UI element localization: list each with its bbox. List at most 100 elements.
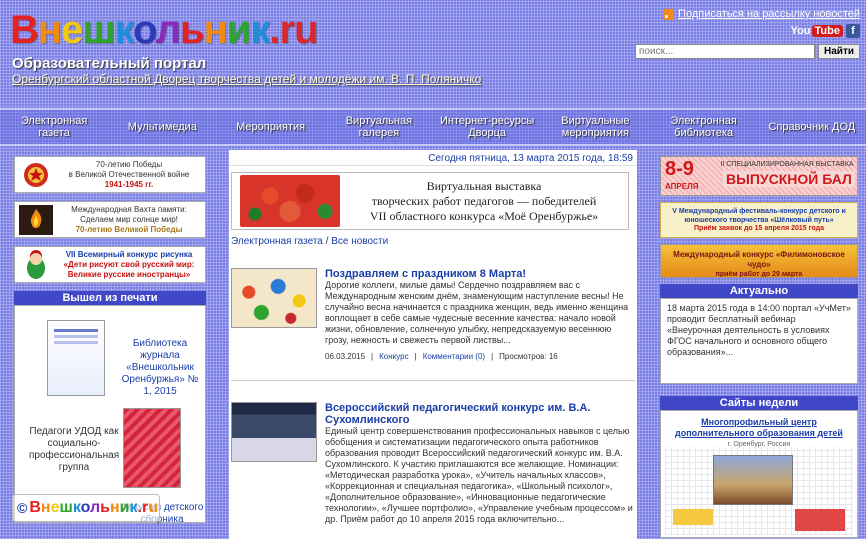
site-of-week-card[interactable]: Многопрофильный центр дополнительного об… [660,410,858,538]
footer-logo-letter: н [110,499,120,516]
print-item-magazine-link[interactable]: Библиотека журнала «Внешкольник Оренбурж… [119,338,201,398]
footer-logo-letter: о [80,499,90,516]
news-text: Дорогие коллеги, милые дамы! Сердечно по… [325,280,629,345]
banner-filimonovo[interactable]: Международный конкурс «Филимоновское чуд… [660,244,858,278]
banner-drawing-line3: Великие русские иностранцы» [67,269,191,279]
logo-letter: к [114,8,134,52]
news-image-contest[interactable] [231,402,317,462]
banner-memory-line2: Сделаем мир солнце мир! [80,214,178,224]
footer-logo-letter: н [40,499,51,516]
logo-letter: .ru [269,8,318,52]
footer-logo-letter: ь [100,499,110,516]
news-title-link[interactable]: Поздравляем с праздником 8 Марта! [325,268,526,280]
exhibition-line3: VII областного конкурса «Моё Оренбуржье» [369,208,599,223]
footer-logo-letter: и [119,499,130,516]
breadcrumb: Электронная газета / Все новости [231,236,635,247]
filimonovo-deadline: приём работ до 29 марта [715,271,803,278]
banner-drawing-contest[interactable]: VII Всемирный конкурс рисунка «Дети рису… [14,246,206,283]
facebook-icon[interactable]: f [846,24,860,38]
news-date: 06.03.2015 [325,352,366,361]
search-button[interactable]: Найти [818,44,860,59]
banner-memory-line3: 70-летию Великой Победы [75,224,183,234]
breadcrumb-separator: / [322,236,332,247]
site-of-week-preview [665,447,853,535]
breadcrumb-e-newspaper-link[interactable]: Электронная газета [231,236,323,247]
main-nav: Электронная газета Мультимедиа Мероприят… [0,108,866,146]
actual-block-title: Актуально [660,284,858,298]
filimonovo-text: Международный конкурс «Филимоновское чуд… [673,250,845,269]
nav-item-virtual-events[interactable]: Виртуальные мероприятия [541,110,649,144]
site-of-week-name: Многопрофильный центр дополнительного об… [675,417,843,438]
footer-logo-letter: В [29,499,41,516]
site-preview-photo [713,455,793,505]
nav-item-e-newspaper[interactable]: Электронная газета [0,110,108,144]
nav-item-virtual-gallery[interactable]: Виртуальная галерея [325,110,433,144]
rss-icon [663,8,675,20]
youtube-icon: You [790,25,811,37]
news-text: Единый центр совершенствования профессио… [325,426,633,524]
exhibition-line1: Виртуальная выставка [426,178,542,193]
footer-logo-letter: к [129,499,138,516]
actual-block: 18 марта 2015 года в 14:00 портал «УчМет… [660,298,858,384]
magazine-cover-image[interactable] [47,320,105,396]
logo-letter: н [203,8,228,52]
footer-logo-letter: ш [59,499,73,516]
news-image-march8[interactable] [231,268,317,328]
portal-title: Образовательный портал [12,55,207,72]
news-title-link[interactable]: Всероссийский педагогический конкурс им.… [325,402,590,426]
rss-label: Подписаться на рассылку новостей [678,8,860,20]
logo-letter: л [155,8,181,52]
main-content: Сегодня пятница, 13 марта 2015 года, 18:… [229,150,637,539]
portal-subtitle-link[interactable]: Оренбургский областной Дворец творчества… [12,72,481,86]
logo-letter: о [133,8,156,52]
banner-graduation-ball[interactable]: 8-9 АПРЕЛЯ II СПЕЦИАЛИЗИРОВАННАЯ ВЫСТАВК… [660,156,858,196]
breadcrumb-all-news-link[interactable]: Все новости [331,236,388,247]
flowers-image [240,175,340,227]
news-meta: 06.03.2015 | Конкурс | Комментарии (0) |… [325,352,558,361]
news-comments-link[interactable]: Комментарии (0) [423,352,485,361]
youtube-link[interactable]: You Tube [791,25,843,37]
search-input[interactable] [635,44,816,59]
news-views: Просмотров: 16 [499,352,558,361]
news-divider [231,380,635,381]
search-form: Найти [635,44,860,59]
rss-subscribe-link[interactable]: Подписаться на рассылку новостей [663,8,860,20]
banner-silk-road[interactable]: V Международный фестиваль-конкурс детско… [660,202,858,238]
news-category-link[interactable]: Конкурс [379,352,408,361]
exhibition-line2: творческих работ педагогов — победителей [371,193,597,208]
logo-letter: и [226,8,252,52]
banner-memory-line1: Международная Вахта памяти: [71,204,187,214]
actual-webinar-link[interactable]: 18 марта 2015 года в 14:00 портал «УчМет… [667,303,851,358]
virtual-exhibition-banner[interactable]: Виртуальная выставка творческих работ пе… [231,172,629,230]
logo-letter: ь [180,8,205,52]
nav-item-e-library[interactable]: Электронная библиотека [650,110,758,144]
graduation-month: АПРЕЛЯ [665,182,699,191]
news-item: Всероссийский педагогический конкурс им.… [231,402,635,525]
site-logo[interactable]: Внешкольник.ru [10,6,319,54]
left-column: 70-летию Победы в Великой Отечественной … [14,156,206,525]
nav-item-internet-resources[interactable]: Интернет-ресурсы Дворца [433,110,541,144]
footer-logo-letter: л [89,499,101,516]
youtube-icon-tube: Tube [811,25,843,37]
nav-item-multimedia[interactable]: Мультимедиа [108,110,216,144]
nav-item-events[interactable]: Мероприятия [217,110,325,144]
banner-drawing-line2: «Дети рисуют свой русский мир: [63,259,195,269]
news-item: Поздравляем с праздником 8 Марта! Дороги… [231,268,635,361]
print-item-teachers-label: Педагоги УДОД как социально-профессионал… [29,426,120,473]
copyright-symbol: © [17,500,28,516]
graduation-title: ВЫПУСКНОЙ БАЛ [723,171,855,187]
teachers-book-cover-image[interactable] [123,408,181,488]
nav-item-reference[interactable]: Справочник ДОД [758,110,866,144]
graduation-dates: 8-9 [665,158,694,180]
flame-icon [19,204,53,235]
logo-letter: ш [82,8,115,52]
silk-road-deadline: Приём заявок до 15 апреля 2015 года [694,225,824,232]
banner-memory-watch[interactable]: Международная Вахта памяти: Сделаем мир … [14,201,206,238]
silk-road-text: V Международный фестиваль-конкурс детско… [672,208,846,224]
banner-victory-70[interactable]: 70-летию Победы в Великой Отечественной … [14,156,206,193]
logo-letter: е [61,8,83,52]
footer-logo-badge[interactable]: © Внешкольник.ru [12,494,160,522]
footer-logo-letter: к [72,499,81,516]
logo-letter: к [250,8,270,52]
site-header: Внешкольник.ru Образовательный портал Ор… [0,0,866,108]
